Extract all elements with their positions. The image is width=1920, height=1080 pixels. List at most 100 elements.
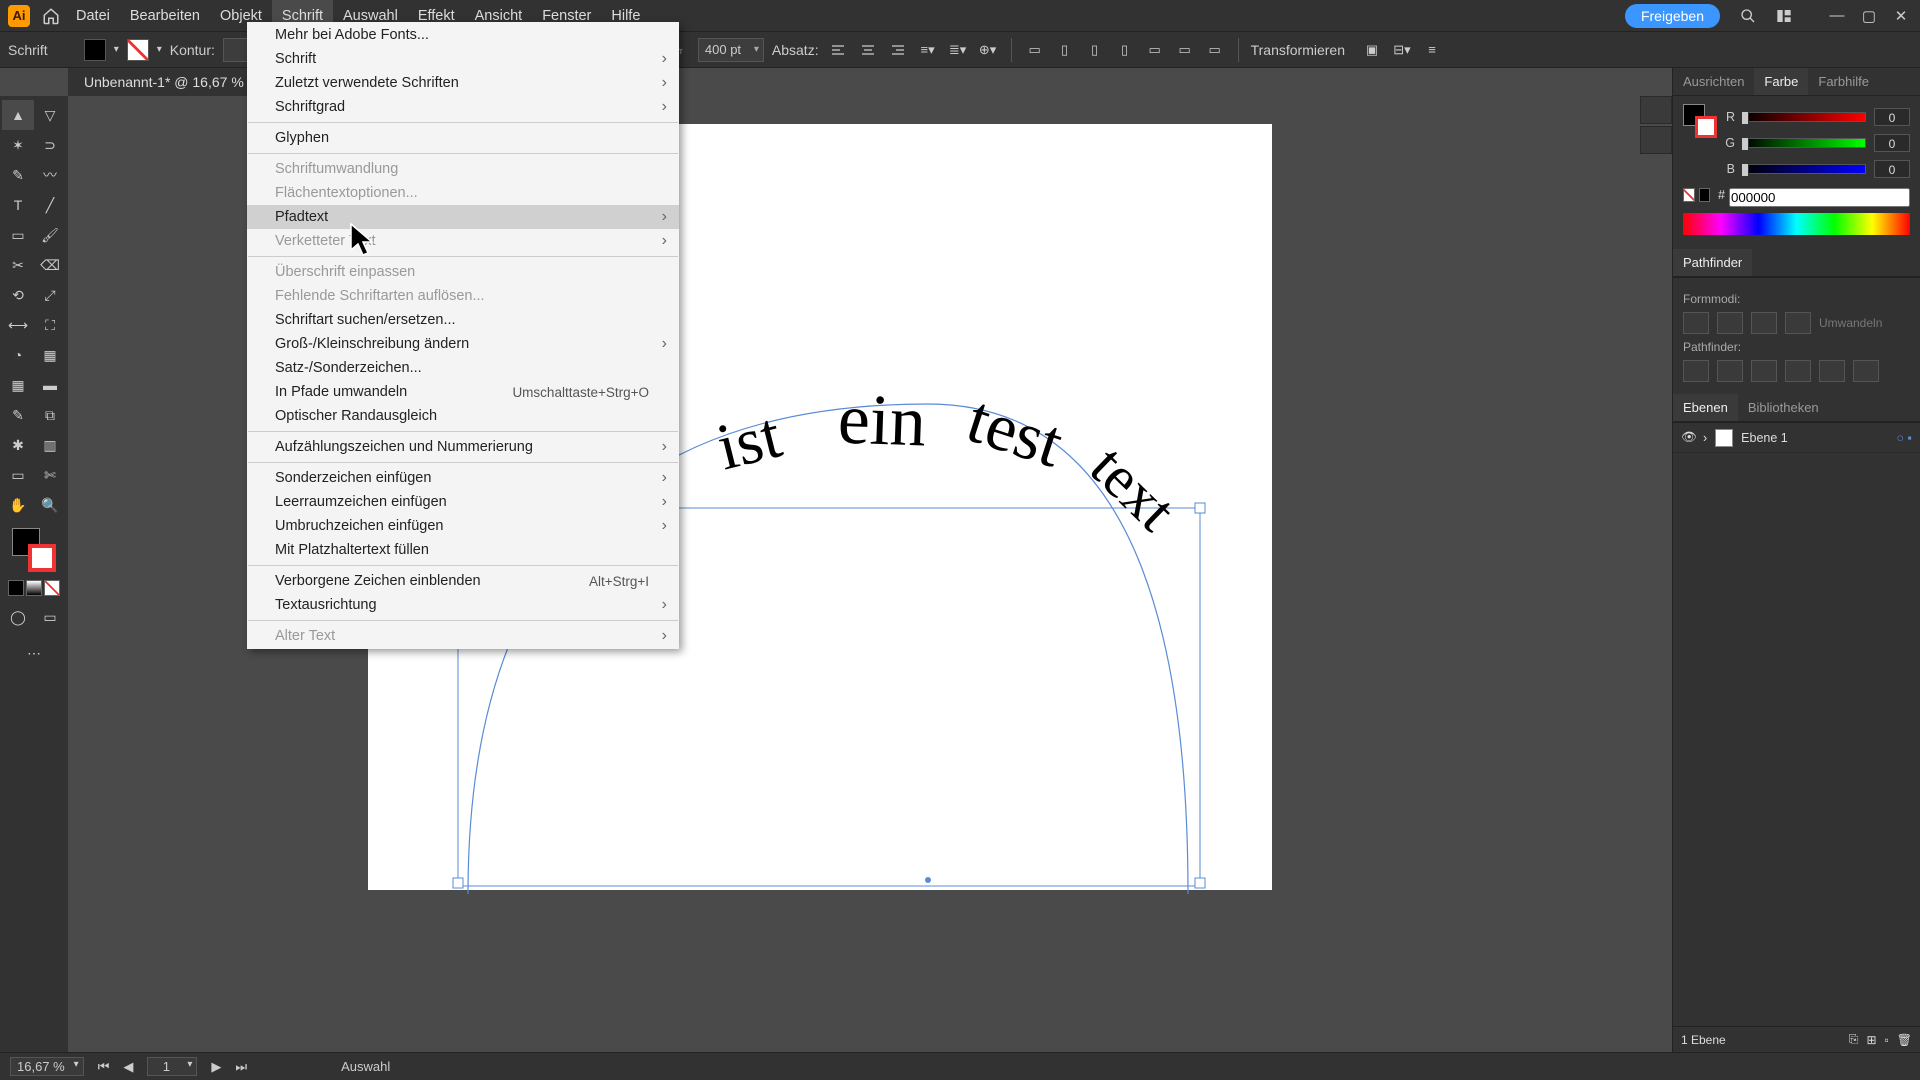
share-button[interactable]: Freigeben xyxy=(1625,4,1720,28)
b-value[interactable]: 0 xyxy=(1874,160,1910,178)
rotate-tool[interactable]: ⟲ xyxy=(2,280,34,310)
shaper-tool[interactable]: ✂ xyxy=(2,250,34,280)
tab-color[interactable]: Farbe xyxy=(1754,68,1808,95)
layer-name[interactable]: Ebene 1 xyxy=(1741,431,1788,445)
menuitem-glyphen[interactable]: Glyphen xyxy=(247,126,679,150)
merge-icon[interactable] xyxy=(1751,360,1777,382)
menuitem-mehr-bei-adobe-fonts-[interactable]: Mehr bei Adobe Fonts... xyxy=(247,23,679,47)
g-value[interactable]: 0 xyxy=(1874,134,1910,152)
menuitem-umbruchzeichen-einf-gen[interactable]: Umbruchzeichen einfügen xyxy=(247,514,679,538)
symbol-sprayer-tool[interactable]: ✱ xyxy=(2,430,34,460)
more-icon[interactable]: ≡ xyxy=(1421,39,1443,61)
menu-datei[interactable]: Datei xyxy=(66,0,120,32)
fill-stroke-control[interactable] xyxy=(12,528,56,572)
collapsed-panels[interactable] xyxy=(1640,96,1672,154)
align-obj-top-icon[interactable]: ▭ xyxy=(1144,39,1166,61)
gradient-tool[interactable]: ▬ xyxy=(34,370,66,400)
transform-label[interactable]: Transformieren xyxy=(1251,42,1345,58)
r-value[interactable]: 0 xyxy=(1874,108,1910,126)
menuitem-gro-kleinschreibung-ndern[interactable]: Groß-/Kleinschreibung ändern xyxy=(247,332,679,356)
search-icon[interactable] xyxy=(1735,3,1761,29)
maximize-icon[interactable]: ▢ xyxy=(1858,5,1880,27)
menuitem-schriftart-suchen-ersetzen-[interactable]: Schriftart suchen/ersetzen... xyxy=(247,308,679,332)
nav-last-icon[interactable]: ⏭ xyxy=(235,1059,247,1075)
shape-builder-tool[interactable]: ◔ xyxy=(2,340,34,370)
screen-mode-icon[interactable]: ▭ xyxy=(34,602,66,632)
hex-input[interactable] xyxy=(1729,188,1910,207)
zoom-tool[interactable]: 🔍 xyxy=(34,490,66,520)
minus-back-icon[interactable] xyxy=(1853,360,1879,382)
align-center-icon[interactable] xyxy=(857,39,879,61)
collapsed-panel-icon[interactable] xyxy=(1640,126,1672,154)
scale-tool[interactable]: ⤢ xyxy=(34,280,66,310)
trim-icon[interactable] xyxy=(1717,360,1743,382)
layer-row[interactable]: 👁 › Ebene 1 ○ ▪ xyxy=(1673,423,1920,453)
align-obj-icon[interactable]: ▭ xyxy=(1024,39,1046,61)
direct-selection-tool[interactable]: ▽ xyxy=(34,100,66,130)
b-slider[interactable] xyxy=(1743,164,1866,174)
locate-icon[interactable]: ⎘ xyxy=(1849,1032,1859,1047)
curvature-tool[interactable]: 〰 xyxy=(34,160,66,190)
new-sublayer-icon[interactable]: ⊞ xyxy=(1866,1033,1876,1047)
none-swatch-icon[interactable] xyxy=(1683,188,1695,202)
home-icon[interactable] xyxy=(40,5,62,27)
artboard-tool[interactable]: ▭ xyxy=(2,460,34,490)
numbering-icon[interactable]: ≣▾ xyxy=(947,39,969,61)
workspace-icon[interactable] xyxy=(1771,3,1797,29)
align-left-icon[interactable] xyxy=(827,39,849,61)
menuitem-pfadtext[interactable]: Pfadtext xyxy=(247,205,679,229)
menuitem-schriftgrad[interactable]: Schriftgrad xyxy=(247,95,679,119)
menuitem-schrift[interactable]: Schrift xyxy=(247,47,679,71)
align-obj-center-icon[interactable]: ▯ xyxy=(1084,39,1106,61)
stroke-swatch[interactable] xyxy=(127,39,149,61)
nav-next-icon[interactable]: ▶ xyxy=(211,1059,221,1075)
stroke-indicator[interactable] xyxy=(1695,116,1717,138)
crop-icon[interactable] xyxy=(1785,360,1811,382)
intersect-icon[interactable] xyxy=(1751,312,1777,334)
visibility-icon[interactable]: 👁 xyxy=(1681,430,1695,445)
delete-icon[interactable]: 🗑 xyxy=(1897,1033,1912,1047)
blend-tool[interactable]: ⧉ xyxy=(34,400,66,430)
new-layer-icon[interactable]: ▫ xyxy=(1885,1033,1889,1047)
mesh-tool[interactable]: ▦ xyxy=(2,370,34,400)
rectangle-tool[interactable]: ▭ xyxy=(2,220,34,250)
target-icon[interactable]: ○ ▪ xyxy=(1897,431,1912,445)
close-icon[interactable]: ✕ xyxy=(1890,5,1912,27)
tab-pathfinder[interactable]: Pathfinder xyxy=(1673,249,1752,276)
tab-colorguide[interactable]: Farbhilfe xyxy=(1808,68,1879,95)
menuitem-aufz-hlungszeichen-und-nummerierung[interactable]: Aufzählungszeichen und Nummerierung xyxy=(247,435,679,459)
divide-icon[interactable] xyxy=(1683,360,1709,382)
menuitem-in-pfade-umwandeln[interactable]: In Pfade umwandelnUmschalttaste+Strg+O xyxy=(247,380,679,404)
black-swatch-icon[interactable] xyxy=(1699,188,1711,202)
draw-mode-icon[interactable]: ◯ xyxy=(2,602,34,632)
outline-icon[interactable] xyxy=(1819,360,1845,382)
align-obj-left-icon[interactable]: ▯ xyxy=(1054,39,1076,61)
eyedropper-tool[interactable]: ✎ xyxy=(2,400,34,430)
color-mode-icon[interactable] xyxy=(8,580,24,596)
tab-layers[interactable]: Ebenen xyxy=(1673,394,1738,421)
bullets-icon[interactable]: ≡▾ xyxy=(917,39,939,61)
exclude-icon[interactable] xyxy=(1785,312,1811,334)
graph-tool[interactable]: ▥ xyxy=(34,430,66,460)
slice-tool[interactable]: ✄ xyxy=(34,460,66,490)
menuitem-leerraumzeichen-einf-gen[interactable]: Leerraumzeichen einfügen xyxy=(247,490,679,514)
magic-wand-tool[interactable]: ✶ xyxy=(2,130,34,160)
zoom-dropdown[interactable]: 16,67 % xyxy=(10,1057,84,1076)
menuitem-verborgene-zeichen-einblenden[interactable]: Verborgene Zeichen einblendenAlt+Strg+I xyxy=(247,569,679,593)
tab-libraries[interactable]: Bibliotheken xyxy=(1738,394,1829,421)
menuitem-sonderzeichen-einf-gen[interactable]: Sonderzeichen einfügen xyxy=(247,466,679,490)
menuitem-mit-platzhaltertext-f-llen[interactable]: Mit Platzhaltertext füllen xyxy=(247,538,679,562)
align-obj-bot-icon[interactable]: ▭ xyxy=(1204,39,1226,61)
align-obj-right-icon[interactable]: ▯ xyxy=(1114,39,1136,61)
minimize-icon[interactable]: — xyxy=(1826,5,1848,27)
collapsed-panel-icon[interactable] xyxy=(1640,96,1672,124)
line-tool[interactable]: ╱ xyxy=(34,190,66,220)
minus-front-icon[interactable] xyxy=(1717,312,1743,334)
edit-toolbar-icon[interactable]: ⋯ xyxy=(18,638,50,668)
app-logo[interactable]: Ai xyxy=(8,5,30,27)
spectrum-picker[interactable] xyxy=(1683,213,1910,235)
unite-icon[interactable] xyxy=(1683,312,1709,334)
menuitem-optischer-randausgleich[interactable]: Optischer Randausgleich xyxy=(247,404,679,428)
chevron-right-icon[interactable]: › xyxy=(1703,431,1707,445)
eraser-tool[interactable]: ⌫ xyxy=(34,250,66,280)
